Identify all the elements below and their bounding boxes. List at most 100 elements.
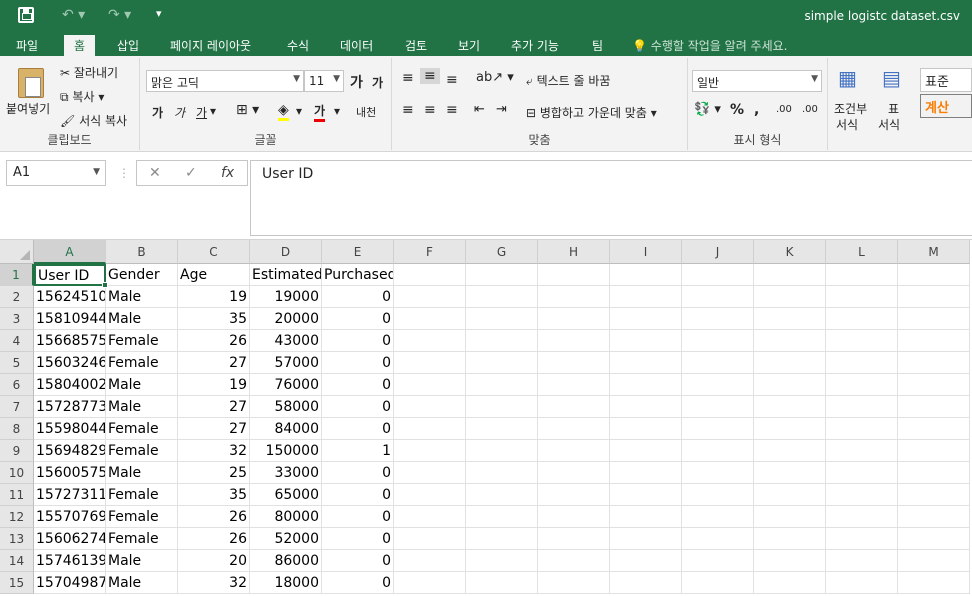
wrap-text-button[interactable]: ⤶ 텍스트 줄 바꿈	[526, 72, 610, 89]
cell-e10[interactable]: 0	[322, 462, 394, 484]
cell-h7[interactable]	[538, 396, 610, 418]
cell-j4[interactable]	[682, 330, 754, 352]
cell-g5[interactable]	[466, 352, 538, 374]
cell-k2[interactable]	[754, 286, 826, 308]
format-table-button-2[interactable]: 서식	[878, 116, 900, 133]
column-header-i[interactable]: I	[610, 240, 682, 264]
tab-team[interactable]: 팀	[592, 35, 603, 56]
cell-j1[interactable]	[682, 264, 754, 286]
cell-l2[interactable]	[826, 286, 898, 308]
cell-m2[interactable]	[898, 286, 970, 308]
align-left-icon[interactable]: ≡	[402, 102, 414, 118]
cell-c2[interactable]: 19	[178, 286, 250, 308]
cell-k7[interactable]	[754, 396, 826, 418]
cell-c4[interactable]: 26	[178, 330, 250, 352]
cell-m14[interactable]	[898, 550, 970, 572]
cell-h11[interactable]	[538, 484, 610, 506]
cell-h1[interactable]	[538, 264, 610, 286]
cell-l13[interactable]	[826, 528, 898, 550]
phonetic-button[interactable]: 내천	[356, 104, 376, 120]
cell-c8[interactable]: 27	[178, 418, 250, 440]
cell-e13[interactable]: 0	[322, 528, 394, 550]
cell-e3[interactable]: 0	[322, 308, 394, 330]
cell-m8[interactable]	[898, 418, 970, 440]
cell-a5[interactable]: 15603246	[34, 352, 106, 374]
cell-i3[interactable]	[610, 308, 682, 330]
format-table-button[interactable]: 표	[888, 100, 899, 117]
cell-k5[interactable]	[754, 352, 826, 374]
cell-d12[interactable]: 80000	[250, 506, 322, 528]
cell-c3[interactable]: 35	[178, 308, 250, 330]
enter-icon[interactable]: ✓	[185, 165, 197, 181]
cancel-icon[interactable]: ✕	[149, 165, 161, 181]
cell-g7[interactable]	[466, 396, 538, 418]
row-header[interactable]: 6	[0, 374, 34, 396]
shrink-font-button[interactable]: 가	[372, 74, 383, 91]
cell-e7[interactable]: 0	[322, 396, 394, 418]
cell-b9[interactable]: Female	[106, 440, 178, 462]
cell-m4[interactable]	[898, 330, 970, 352]
cell-i8[interactable]	[610, 418, 682, 440]
cell-f11[interactable]	[394, 484, 466, 506]
cell-j2[interactable]	[682, 286, 754, 308]
cell-b15[interactable]: Male	[106, 572, 178, 594]
cell-g15[interactable]	[466, 572, 538, 594]
fill-handle[interactable]	[102, 282, 108, 288]
cell-h3[interactable]	[538, 308, 610, 330]
conditional-format-icon[interactable]: ▦	[838, 66, 857, 90]
cell-l3[interactable]	[826, 308, 898, 330]
cell-d8[interactable]: 84000	[250, 418, 322, 440]
increase-decimal-button[interactable]: .00	[776, 104, 792, 115]
cell-c6[interactable]: 19	[178, 374, 250, 396]
italic-button[interactable]: 가	[174, 104, 185, 121]
cell-a14[interactable]: 15746139	[34, 550, 106, 572]
column-header-d[interactable]: D	[250, 240, 322, 264]
cell-d11[interactable]: 65000	[250, 484, 322, 506]
tab-data[interactable]: 데이터	[340, 35, 373, 56]
percent-button[interactable]: %	[730, 102, 744, 118]
cell-j14[interactable]	[682, 550, 754, 572]
cell-k15[interactable]	[754, 572, 826, 594]
tab-addins[interactable]: 추가 기능	[511, 35, 559, 56]
cell-k6[interactable]	[754, 374, 826, 396]
cell-c14[interactable]: 20	[178, 550, 250, 572]
cell-f10[interactable]	[394, 462, 466, 484]
style-calc[interactable]: 계산	[920, 94, 972, 118]
align-bottom-icon[interactable]: ≡	[446, 72, 458, 88]
cell-g12[interactable]	[466, 506, 538, 528]
cell-e4[interactable]: 0	[322, 330, 394, 352]
cell-f1[interactable]	[394, 264, 466, 286]
cell-i13[interactable]	[610, 528, 682, 550]
cell-i2[interactable]	[610, 286, 682, 308]
cell-b2[interactable]: Male	[106, 286, 178, 308]
row-header[interactable]: 14	[0, 550, 34, 572]
save-icon[interactable]	[18, 7, 34, 23]
cell-e6[interactable]: 0	[322, 374, 394, 396]
cell-a10[interactable]: 15600575	[34, 462, 106, 484]
column-header-f[interactable]: F	[394, 240, 466, 264]
row-header[interactable]: 15	[0, 572, 34, 594]
cell-j8[interactable]	[682, 418, 754, 440]
cell-l1[interactable]	[826, 264, 898, 286]
cell-e15[interactable]: 0	[322, 572, 394, 594]
row-header[interactable]: 1	[0, 264, 34, 286]
cell-d15[interactable]: 18000	[250, 572, 322, 594]
tab-formulas[interactable]: 수식	[287, 35, 309, 56]
cell-h4[interactable]	[538, 330, 610, 352]
cell-i15[interactable]	[610, 572, 682, 594]
font-size-dropdown[interactable]: 11 ▼	[304, 70, 344, 92]
row-header[interactable]: 7	[0, 396, 34, 418]
cell-j11[interactable]	[682, 484, 754, 506]
cell-a13[interactable]: 15606274	[34, 528, 106, 550]
cell-g3[interactable]	[466, 308, 538, 330]
row-header[interactable]: 11	[0, 484, 34, 506]
tab-view[interactable]: 보기	[458, 35, 480, 56]
fill-color-dropdown[interactable]: ▾	[296, 104, 302, 118]
column-header-j[interactable]: J	[682, 240, 754, 264]
cell-m9[interactable]	[898, 440, 970, 462]
cell-f4[interactable]	[394, 330, 466, 352]
cell-h10[interactable]	[538, 462, 610, 484]
cell-g6[interactable]	[466, 374, 538, 396]
cell-g11[interactable]	[466, 484, 538, 506]
cell-b11[interactable]: Female	[106, 484, 178, 506]
